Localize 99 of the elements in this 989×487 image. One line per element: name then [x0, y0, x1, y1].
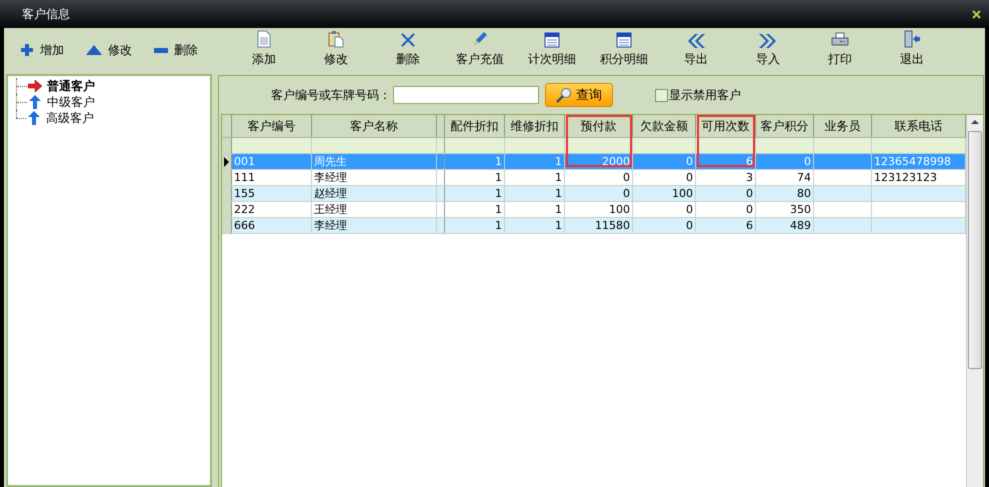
- row-header: [222, 202, 232, 217]
- table-cell: 1: [555, 155, 562, 168]
- scrollbar-thumb[interactable]: [968, 131, 982, 369]
- table-cell: 李经理: [314, 219, 347, 232]
- toolbar-button[interactable]: 积分明细: [588, 28, 660, 72]
- row-header: [222, 186, 232, 201]
- up-arrow-icon: [29, 95, 41, 109]
- table-cell: 李经理: [314, 171, 347, 184]
- toolbar-button[interactable]: 修改: [86, 42, 132, 58]
- table-cell: 0: [623, 171, 630, 184]
- column-header[interactable]: 配件折扣: [445, 115, 505, 137]
- toolbar-button[interactable]: 客户充值: [444, 28, 516, 72]
- toolbar-button[interactable]: 添加: [228, 28, 300, 72]
- cross-icon: [400, 32, 416, 48]
- toolbar-button[interactable]: 修改: [300, 28, 372, 72]
- tree-item[interactable]: 中级客户: [27, 94, 99, 110]
- toolbar-button[interactable]: 删除: [372, 28, 444, 72]
- table-cell: 350: [790, 203, 811, 216]
- table-cell: 1: [495, 203, 502, 216]
- table-cell: 周先生: [314, 155, 347, 168]
- tree-item[interactable]: 高级客户: [26, 110, 98, 126]
- plus-icon: [20, 43, 34, 57]
- table-cell: 222: [234, 203, 255, 216]
- table-cell: 1: [495, 171, 502, 184]
- table-cell: 赵经理: [314, 187, 347, 200]
- table-row[interactable]: 155 赵经理 1 1 0 100 0 80: [222, 186, 966, 202]
- minus-icon: [154, 48, 168, 52]
- table-cell: 0: [686, 203, 693, 216]
- table-cell: 王经理: [314, 203, 347, 216]
- table-cell: 74: [797, 171, 811, 184]
- exit-door-icon: [903, 30, 921, 48]
- checkbox[interactable]: [655, 88, 668, 102]
- table-cell: 123123123: [874, 171, 937, 184]
- column-header[interactable]: 维修折扣: [505, 115, 565, 137]
- row-header: [222, 218, 232, 233]
- search-icon: [556, 87, 572, 103]
- table-cell: 6: [746, 219, 753, 232]
- toolbar-button[interactable]: 导出: [660, 28, 732, 72]
- toolbar-button[interactable]: 计次明细: [516, 28, 588, 72]
- column-header[interactable]: 预付款: [565, 115, 633, 137]
- table-cell: 1: [555, 187, 562, 200]
- column-header[interactable]: 可用次数: [696, 115, 756, 137]
- table-cell: 0: [746, 203, 753, 216]
- table-cell: 6: [746, 155, 753, 168]
- table-cell: 1: [495, 187, 502, 200]
- table-row[interactable]: 666 李经理 1 1 11580 0 6 489: [222, 218, 966, 234]
- tree-item[interactable]: 普通客户: [27, 78, 99, 94]
- calendar-icon: [616, 32, 632, 48]
- table-cell: 0: [804, 155, 811, 168]
- table-cell: 0: [746, 187, 753, 200]
- right-arrow-icon: [28, 80, 42, 92]
- toolbar-button[interactable]: 打印: [804, 28, 876, 72]
- table-cell: 489: [790, 219, 811, 232]
- table-cell: 0: [686, 171, 693, 184]
- column-header[interactable]: 客户积分: [756, 115, 814, 137]
- table-cell: 1: [495, 155, 502, 168]
- table-cell: 2000: [602, 155, 630, 168]
- search-field[interactable]: [393, 86, 539, 104]
- toolbar-button[interactable]: 导入: [732, 28, 804, 72]
- table-cell: 1: [495, 219, 502, 232]
- current-row-icon: [224, 156, 229, 166]
- column-header[interactable]: 欠款金额: [633, 115, 696, 137]
- search-label: 客户编号或车牌号码：: [271, 86, 391, 104]
- table-cell: 1: [555, 203, 562, 216]
- table-cell: 100: [672, 187, 693, 200]
- row-header: [222, 170, 232, 185]
- table-cell: 3: [746, 171, 753, 184]
- table-cell: 0: [686, 155, 693, 168]
- printer-icon: [831, 32, 849, 48]
- toolbar-button[interactable]: 增加: [20, 42, 64, 58]
- table-cell: 80: [797, 187, 811, 200]
- window-title: 客户信息: [22, 6, 71, 22]
- column-header[interactable]: 客户名称: [312, 115, 437, 137]
- table-cell: 0: [623, 187, 630, 200]
- table-cell: 12365478998: [874, 155, 951, 168]
- table-cell: 1: [555, 171, 562, 184]
- table-cell: 155: [234, 187, 255, 200]
- toolbar-button[interactable]: 删除: [154, 42, 198, 58]
- table-cell: 666: [234, 219, 255, 232]
- clipboard-icon: [328, 30, 344, 48]
- toolbar-button[interactable]: 退出: [876, 28, 948, 72]
- calendar-icon: [544, 32, 560, 48]
- double-right-arrow-icon: [759, 34, 777, 48]
- triangle-icon: [86, 45, 102, 55]
- table-cell: 100: [609, 203, 630, 216]
- close-icon[interactable]: [972, 10, 981, 18]
- double-left-arrow-icon: [687, 34, 705, 48]
- column-header[interactable]: 业务员: [814, 115, 872, 137]
- table-cell: 0: [686, 219, 693, 232]
- document-icon: [257, 30, 271, 48]
- query-button[interactable]: 查询: [545, 83, 613, 107]
- table-cell: 11580: [595, 219, 630, 232]
- pen-icon: [471, 30, 489, 48]
- up-arrow-icon: [28, 111, 40, 125]
- column-header[interactable]: 客户编号: [232, 115, 312, 137]
- table-cell: 111: [234, 171, 255, 184]
- table-cell: 1: [555, 219, 562, 232]
- table-cell: 001: [234, 155, 255, 168]
- checkbox-label[interactable]: 显示禁用客户: [669, 86, 741, 104]
